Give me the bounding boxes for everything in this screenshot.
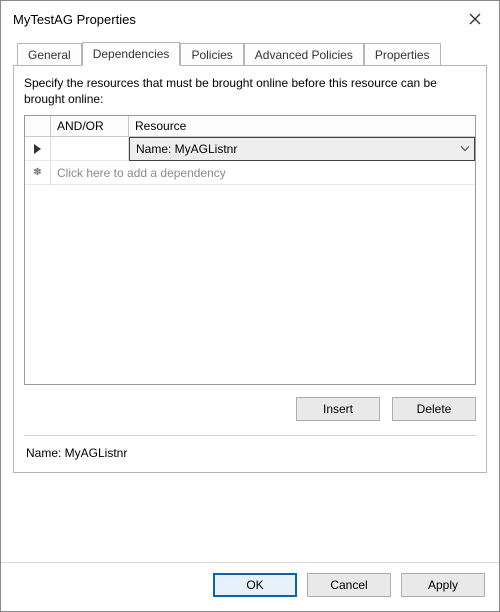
- close-icon[interactable]: [461, 9, 489, 29]
- grid-action-buttons: Insert Delete: [24, 397, 476, 421]
- cell-andor[interactable]: [51, 137, 129, 161]
- placeholder-text[interactable]: Click here to add a dependency: [51, 161, 475, 185]
- dependencies-grid[interactable]: AND/OR Resource Name: MyAGListnr: [24, 115, 476, 385]
- dialog-button-row: OK Cancel Apply: [1, 562, 499, 611]
- tab-policies[interactable]: Policies: [180, 43, 243, 66]
- table-row-placeholder[interactable]: ✽ Click here to add a dependency: [25, 161, 475, 185]
- grid-body: Name: MyAGListnr ✽ Click here to add a d…: [25, 137, 475, 384]
- insert-button[interactable]: Insert: [296, 397, 380, 421]
- tab-properties[interactable]: Properties: [364, 43, 441, 66]
- window-title: MyTestAG Properties: [13, 12, 136, 27]
- delete-button[interactable]: Delete: [392, 397, 476, 421]
- dependencies-panel: Specify the resources that must be broug…: [13, 65, 487, 473]
- header-indicator: [25, 116, 51, 137]
- tab-general[interactable]: General: [17, 43, 82, 66]
- tab-strip: General Dependencies Policies Advanced P…: [17, 41, 487, 65]
- tab-advanced-policies[interactable]: Advanced Policies: [244, 43, 364, 66]
- new-row-icon: ✽: [25, 161, 51, 185]
- tab-dependencies[interactable]: Dependencies: [82, 42, 181, 66]
- separator: [24, 435, 476, 436]
- cancel-button[interactable]: Cancel: [307, 573, 391, 597]
- chevron-down-icon[interactable]: [460, 144, 470, 155]
- apply-button[interactable]: Apply: [401, 573, 485, 597]
- row-indicator-icon: [25, 137, 51, 161]
- dialog-content: General Dependencies Policies Advanced P…: [1, 37, 499, 562]
- ok-button[interactable]: OK: [213, 573, 297, 597]
- triangle-right-icon: [34, 144, 41, 154]
- header-andor: AND/OR: [51, 116, 129, 137]
- header-resource: Resource: [129, 116, 475, 137]
- titlebar: MyTestAG Properties: [1, 1, 499, 37]
- resource-value: Name: MyAGListnr: [136, 142, 237, 156]
- instruction-text: Specify the resources that must be broug…: [24, 76, 476, 107]
- cell-resource-dropdown[interactable]: Name: MyAGListnr: [129, 137, 475, 161]
- detail-name-label: Name: MyAGListnr: [24, 446, 476, 460]
- table-row[interactable]: Name: MyAGListnr: [25, 137, 475, 161]
- grid-header: AND/OR Resource: [25, 116, 475, 137]
